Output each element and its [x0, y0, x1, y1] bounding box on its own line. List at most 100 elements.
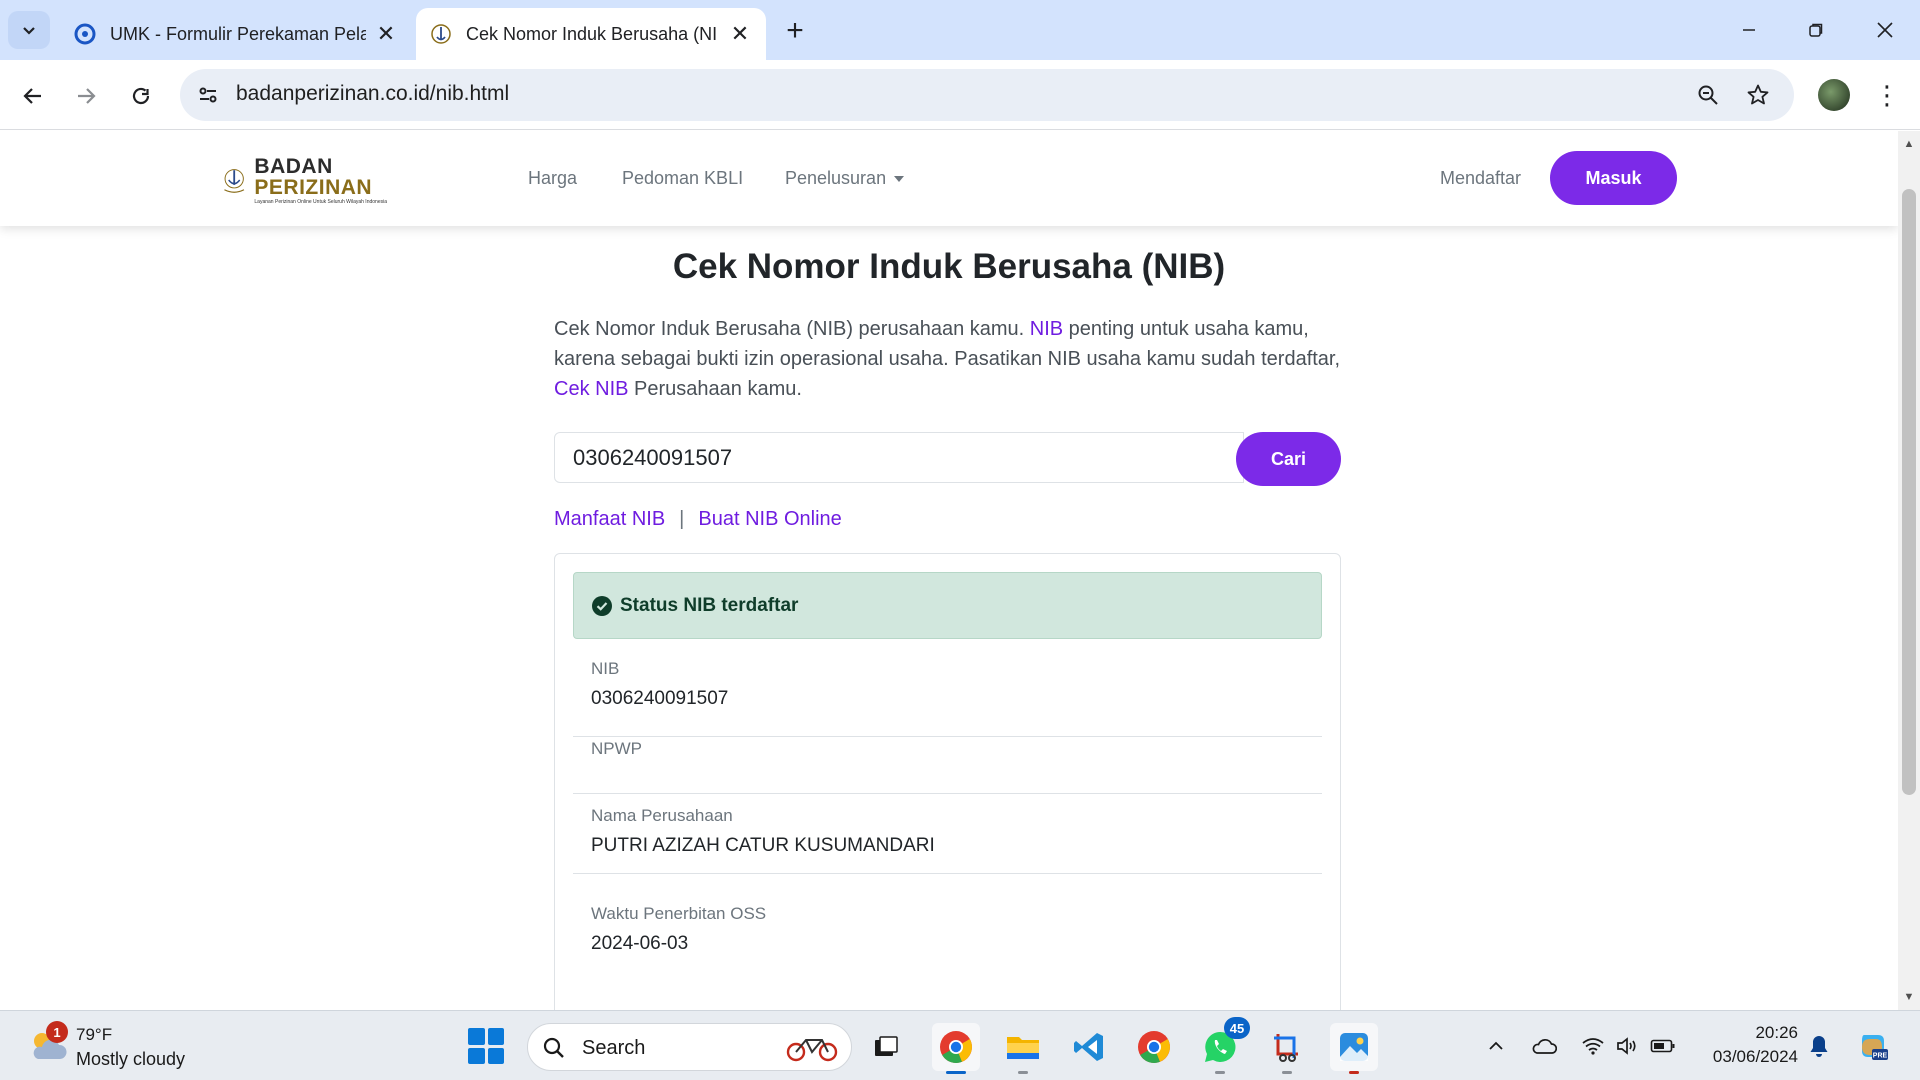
minimize-button[interactable]	[1729, 14, 1769, 46]
cari-button[interactable]: Cari	[1236, 432, 1341, 486]
minimize-icon	[1743, 29, 1755, 31]
zoom-icon[interactable]	[1694, 81, 1722, 109]
logo-tagline: Layanan Perizinan Online Untuk Seluruh W…	[254, 198, 387, 205]
windows-logo-pane	[468, 1047, 485, 1064]
search-icon	[543, 1037, 564, 1058]
system-clock[interactable]: 20:26 03/06/2024	[1700, 1021, 1798, 1069]
arrow-left-icon	[23, 88, 41, 104]
reload-button[interactable]	[121, 76, 161, 116]
status-text: Status NIB terdaftar	[620, 594, 799, 616]
weather-notification-badge: 1	[46, 1021, 68, 1043]
manfaat-nib-link[interactable]: Manfaat NIB	[554, 508, 665, 530]
show-hidden-icons-chevron-up-icon[interactable]	[1483, 1033, 1509, 1059]
nib-search-input[interactable]	[554, 432, 1244, 483]
taskbar-snipping-tool[interactable]	[1263, 1023, 1311, 1074]
intro-text-1: Cek Nomor Induk Berusaha (NIB) perusahaa…	[554, 318, 1030, 340]
site-info-icon[interactable]	[196, 83, 220, 107]
running-indicator	[1018, 1071, 1028, 1074]
buat-nib-online-link[interactable]: Buat NIB Online	[698, 508, 841, 530]
new-tab-button[interactable]: +	[780, 14, 810, 47]
field-npwp: NPWP	[573, 739, 1322, 794]
url-text: badanperizinan.co.id/nib.html	[236, 82, 510, 105]
check-circle-icon	[592, 595, 612, 616]
reload-icon	[132, 87, 150, 105]
whatsapp-unread-badge: 45	[1224, 1017, 1250, 1039]
taskbar-chrome[interactable]	[932, 1023, 980, 1074]
taskbar-task-view[interactable]	[862, 1023, 910, 1071]
vscode-icon	[1074, 1033, 1103, 1061]
taskbar-file-explorer[interactable]	[999, 1023, 1047, 1074]
taskbar-photos[interactable]	[1330, 1023, 1378, 1074]
windows-logo-pane	[487, 1047, 504, 1064]
cek-nib-link[interactable]: Cek NIB	[554, 378, 628, 400]
mendaftar-link[interactable]: Mendaftar	[1440, 168, 1521, 189]
nav-harga[interactable]: Harga	[528, 168, 577, 189]
close-icon	[1877, 22, 1893, 38]
restore-button[interactable]	[1796, 14, 1836, 46]
photos-icon	[1340, 1033, 1368, 1061]
taskbar-vscode[interactable]	[1065, 1023, 1113, 1071]
windows-taskbar: 1 79°F Mostly cloudy Search 45 20:26 03/…	[0, 1010, 1920, 1080]
tab-title: Cek Nomor Induk Berusaha (NI	[466, 23, 718, 44]
start-button[interactable]	[468, 1028, 504, 1064]
intro-text-3: Perusahaan kamu.	[628, 378, 802, 400]
bookmark-star-icon[interactable]	[1744, 81, 1772, 109]
tab-umk-formulir[interactable]: UMK - Formulir Perekaman Pela ✕	[60, 8, 412, 60]
taskbar-chrome-profile[interactable]	[1130, 1023, 1178, 1071]
notification-bell-icon[interactable]	[1806, 1033, 1832, 1059]
browser-toolbar: badanperizinan.co.id/nib.html ⋮	[0, 60, 1920, 130]
field-label: NPWP	[591, 739, 642, 758]
field-value: 0306240091507	[591, 688, 729, 709]
volume-icon[interactable]	[1614, 1033, 1640, 1059]
windows-logo-pane	[487, 1028, 504, 1045]
page-scrollbar[interactable]: ▲ ▼	[1898, 131, 1920, 1010]
page-title: Cek Nomor Induk Berusaha (NIB)	[672, 247, 1226, 286]
nav-penelusuran-label: Penelusuran	[785, 168, 887, 188]
nib-result-card: Status NIB terdaftar NIB 0306240091507 N…	[554, 553, 1341, 1010]
search-placeholder: Search	[582, 1037, 646, 1059]
weather-widget[interactable]: 1 79°F Mostly cloudy	[24, 1019, 244, 1073]
nav-pedoman-kbli[interactable]: Pedoman KBLI	[622, 168, 743, 189]
profile-avatar[interactable]	[1818, 79, 1850, 111]
site-logo[interactable]: BADAN PERIZINAN Layanan Perizinan Online…	[222, 155, 387, 205]
chrome-icon	[1138, 1031, 1170, 1063]
field-value: PUTRI AZIZAH CATUR KUSUMANDARI	[591, 835, 935, 856]
close-window-button[interactable]	[1865, 14, 1905, 46]
browser-menu-icon[interactable]: ⋮	[1872, 77, 1902, 113]
tab-search-button[interactable]	[8, 11, 50, 49]
scroll-down-arrow-icon[interactable]: ▼	[1898, 986, 1920, 1008]
close-tab-icon[interactable]: ✕	[728, 21, 752, 46]
scrollbar-thumb[interactable]	[1902, 189, 1916, 795]
forward-button[interactable]	[66, 76, 106, 116]
svg-text:PRE: PRE	[1873, 1053, 1888, 1060]
nib-link[interactable]: NIB	[1030, 318, 1063, 340]
field-nama-perusahaan: Nama Perusahaan PUTRI AZIZAH CATUR KUSUM…	[573, 806, 1322, 874]
onedrive-cloud-icon[interactable]	[1531, 1033, 1557, 1059]
tab-cek-nib[interactable]: Cek Nomor Induk Berusaha (NI ✕	[416, 8, 766, 60]
tab-title: UMK - Formulir Perekaman Pela	[110, 23, 366, 44]
address-bar[interactable]: badanperizinan.co.id/nib.html	[180, 69, 1794, 121]
running-indicator	[1215, 1071, 1225, 1074]
logo-wordmark: BADAN PERIZINAN Layanan Perizinan Online…	[254, 156, 387, 205]
clock-date: 03/06/2024	[1712, 1047, 1798, 1066]
taskbar-search[interactable]: Search	[527, 1023, 852, 1071]
field-label: Waktu Penerbitan OSS	[591, 904, 767, 923]
back-button[interactable]	[13, 76, 53, 116]
running-indicator	[1349, 1071, 1359, 1074]
copilot-icon[interactable]: PRE	[1855, 1028, 1891, 1064]
field-nib: NIB 0306240091507	[573, 659, 1322, 737]
running-indicator	[1282, 1071, 1292, 1074]
field-label: NIB	[591, 659, 620, 678]
wifi-icon[interactable]	[1580, 1033, 1606, 1059]
battery-icon[interactable]	[1650, 1033, 1676, 1059]
close-tab-icon[interactable]: ✕	[374, 21, 398, 46]
masuk-button[interactable]: Masuk	[1550, 151, 1677, 205]
site-header: BADAN PERIZINAN Layanan Perizinan Online…	[0, 131, 1898, 226]
clock-time: 20:26	[1755, 1023, 1798, 1042]
field-value: 2024-06-03	[591, 933, 689, 954]
nav-penelusuran-dropdown[interactable]: Penelusuran	[785, 168, 905, 189]
weather-temperature: 79°F	[76, 1025, 113, 1044]
folder-icon	[1007, 1037, 1039, 1059]
taskbar-whatsapp[interactable]: 45	[1196, 1017, 1250, 1074]
scroll-up-arrow-icon[interactable]: ▲	[1898, 133, 1920, 155]
